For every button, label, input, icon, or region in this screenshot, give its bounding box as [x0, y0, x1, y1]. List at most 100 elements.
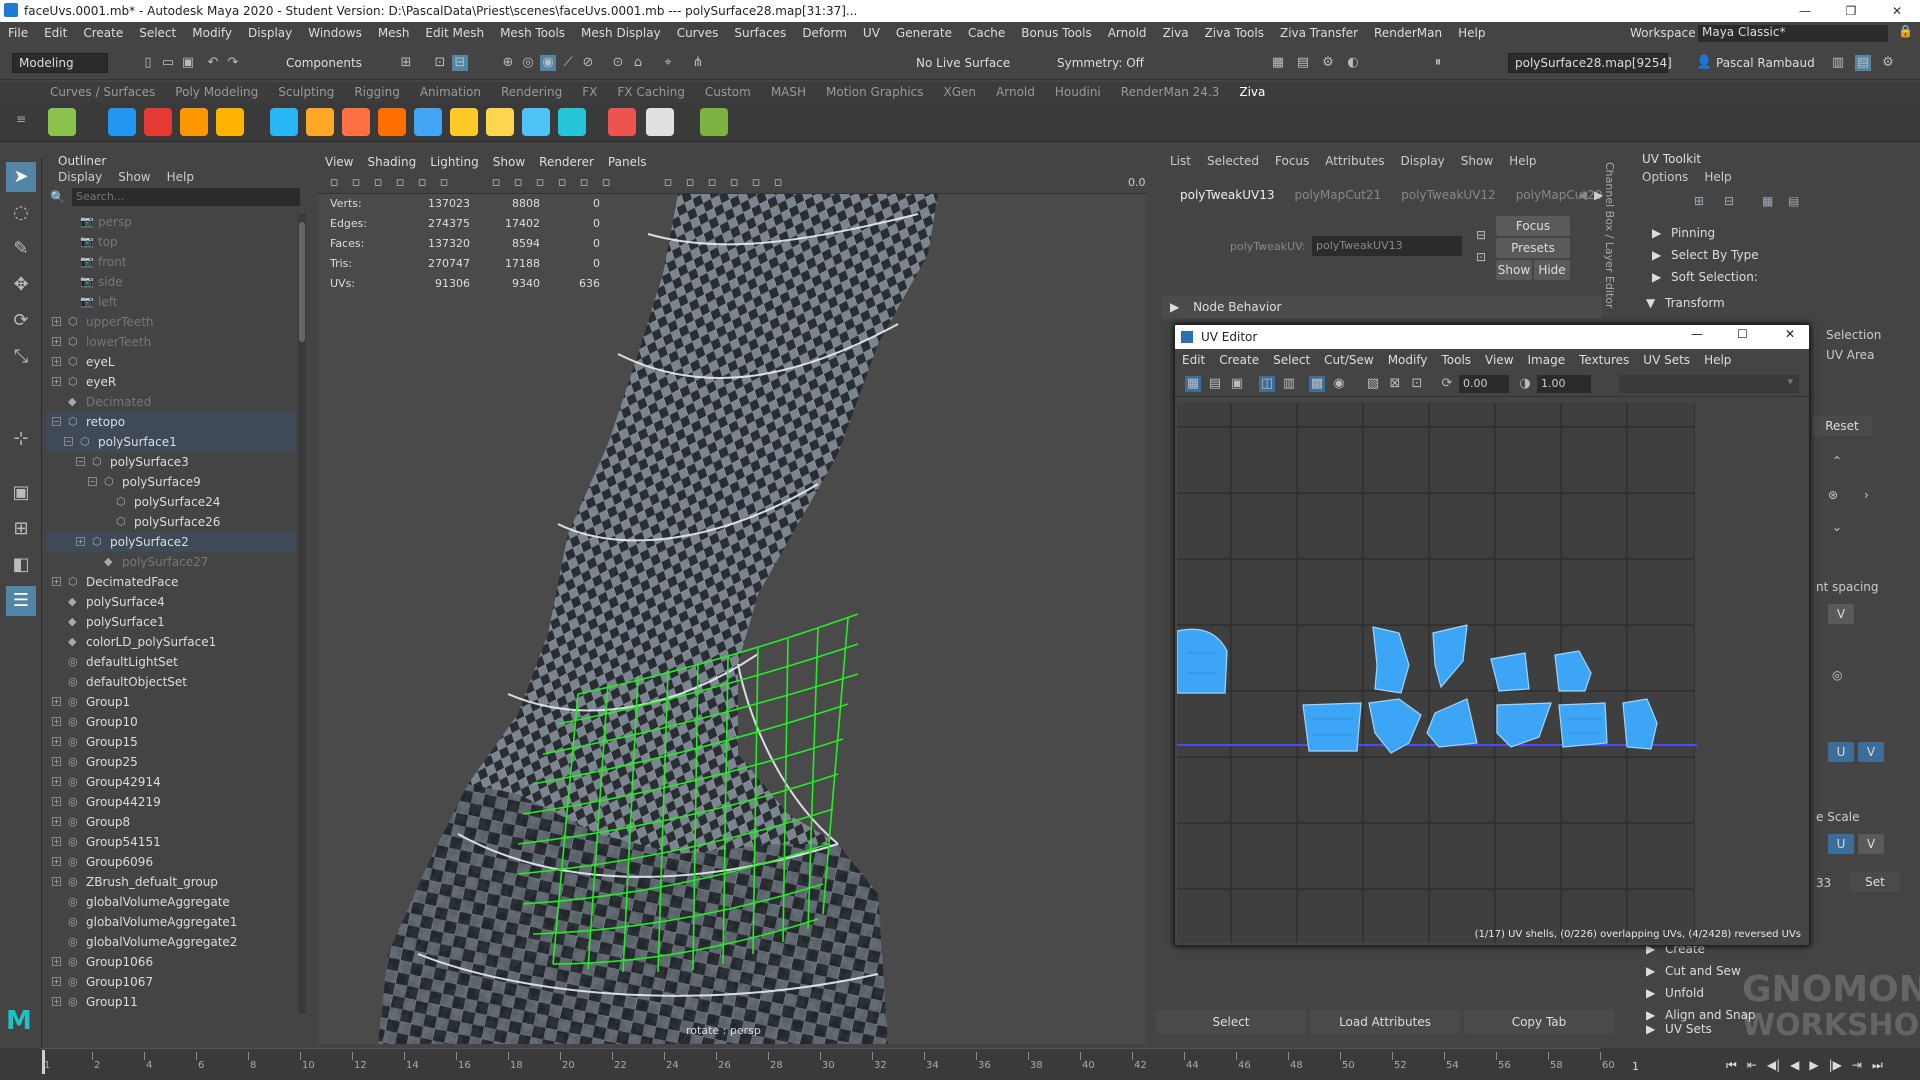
- exposure-value[interactable]: 0.0: [1128, 176, 1146, 189]
- outliner-item[interactable]: ◆ polySurface1: [46, 612, 296, 632]
- smooth-shade-icon[interactable]: ▫: [532, 175, 548, 191]
- outliner-item[interactable]: − ⬡ polySurface3: [46, 452, 296, 472]
- ipr-icon[interactable]: ▤: [1295, 55, 1311, 71]
- outliner-item[interactable]: + ⬡ eyeR: [46, 372, 296, 392]
- uv-sets-section[interactable]: ▶ UV Sets: [1646, 1022, 1712, 1036]
- collapse-icon[interactable]: −: [64, 437, 73, 446]
- expand-icon[interactable]: +: [52, 997, 61, 1006]
- expand-icon[interactable]: +: [52, 697, 61, 706]
- transform-section[interactable]: ▼ Transform: [1646, 296, 1725, 310]
- uv-frame-icon[interactable]: ◫: [1259, 376, 1275, 392]
- resolution-icon[interactable]: ▫: [488, 175, 504, 191]
- outliner-item[interactable]: ◆ Decimated: [46, 392, 296, 412]
- uv-snapshot-icon[interactable]: ⊡: [1409, 376, 1425, 392]
- render-settings-icon[interactable]: ⚙: [1320, 55, 1336, 71]
- ae-menu-selected[interactable]: Selected: [1199, 154, 1267, 168]
- render-icon[interactable]: ▦: [1270, 55, 1286, 71]
- menu-generate[interactable]: Generate: [888, 26, 960, 40]
- shelf-tab-motion-graphics[interactable]: Motion Graphics: [816, 85, 934, 99]
- menu-mesh-display[interactable]: Mesh Display: [573, 26, 669, 40]
- uv-maximize-icon[interactable]: ☐: [1737, 327, 1748, 341]
- grid-icon[interactable]: ▫: [414, 175, 430, 191]
- select-by-object-icon[interactable]: ⊡: [432, 55, 448, 71]
- redo-icon[interactable]: ↷: [225, 55, 241, 71]
- uv-component-icon-1[interactable]: ⊞: [1694, 194, 1704, 208]
- shelf-tool-icon[interactable]: [558, 108, 586, 136]
- expand-icon[interactable]: +: [52, 717, 61, 726]
- step-back-key-icon[interactable]: ⇤: [1747, 1058, 1757, 1073]
- shelf-tab-rendering[interactable]: Rendering: [491, 85, 572, 99]
- snap-view-icon[interactable]: ⟋: [560, 55, 576, 71]
- soft-selection-section[interactable]: ▶ Soft Selection:: [1652, 270, 1758, 284]
- shelf-tool-icon[interactable]: [414, 108, 442, 136]
- uv-component-icon-4[interactable]: ▤: [1788, 194, 1799, 208]
- outliner-item[interactable]: 📷 top: [46, 232, 296, 252]
- shelf-tab-sculpting[interactable]: Sculpting: [268, 85, 344, 99]
- tab-scroll-left-icon[interactable]: ◀: [1578, 188, 1587, 202]
- shelf-tool-icon[interactable]: [486, 108, 514, 136]
- shadows-icon[interactable]: ▫: [598, 175, 614, 191]
- outliner-menu-help[interactable]: Help: [167, 170, 194, 184]
- current-frame-field[interactable]: 1: [1632, 1060, 1692, 1078]
- step-back-icon[interactable]: ◀|: [1767, 1058, 1780, 1073]
- spacing-target-icon[interactable]: ◎: [1832, 668, 1842, 682]
- shelf-tab-mash[interactable]: MASH: [761, 85, 816, 99]
- menu-help[interactable]: Help: [1450, 26, 1493, 40]
- shelf-tab-rigging[interactable]: Rigging: [344, 85, 409, 99]
- collapse-icon[interactable]: −: [88, 477, 97, 486]
- uv-menu-uv-sets[interactable]: UV Sets: [1636, 353, 1697, 367]
- step-forward-key-icon[interactable]: ⇥: [1852, 1058, 1862, 1073]
- shelf-tool-icon[interactable]: [378, 108, 406, 136]
- shelf-tool-icon[interactable]: [450, 108, 478, 136]
- single-perspective-icon[interactable]: ▣: [6, 478, 36, 508]
- viewport-menu-panels[interactable]: Panels: [601, 155, 654, 169]
- menu-deform[interactable]: Deform: [794, 26, 855, 40]
- shelf-tab-animation[interactable]: Animation: [410, 85, 491, 99]
- shelf-tool-icon[interactable]: [306, 108, 334, 136]
- uv-menu-help[interactable]: Help: [1697, 353, 1738, 367]
- uv-checker-icon[interactable]: ▩: [1309, 376, 1325, 392]
- outliner-menu-show[interactable]: Show: [118, 170, 150, 184]
- shelf-tab-arnold[interactable]: Arnold: [986, 85, 1045, 99]
- expand-icon[interactable]: +: [52, 737, 61, 746]
- magnet-icon[interactable]: ⌂: [630, 55, 646, 71]
- uv-menu-select[interactable]: Select: [1266, 353, 1317, 367]
- uv-rotate-icon[interactable]: ⟳: [1439, 376, 1455, 392]
- viewport-menu-renderer[interactable]: Renderer: [532, 155, 601, 169]
- expand-icon[interactable]: +: [52, 957, 61, 966]
- hud-icon[interactable]: ▫: [748, 175, 764, 191]
- menu-file[interactable]: File: [0, 26, 36, 40]
- outliner-item[interactable]: + ◎ ZBrush_defualt_group: [46, 872, 296, 892]
- uv-menu-image[interactable]: Image: [1521, 353, 1573, 367]
- viewport-menu-shading[interactable]: Shading: [360, 155, 423, 169]
- select-by-component-icon[interactable]: ⊟: [452, 55, 468, 71]
- node-behavior-section[interactable]: ▶ Node Behavior: [1162, 296, 1602, 318]
- outliner-search-input[interactable]: Search...: [72, 188, 300, 206]
- outliner-item[interactable]: ◎ globalVolumeAggregate: [46, 892, 296, 912]
- outliner-item[interactable]: 📷 persp: [46, 212, 296, 232]
- paint-select-icon[interactable]: ✎: [6, 234, 36, 264]
- outliner-item[interactable]: 📷 left: [46, 292, 296, 312]
- scale-v-button[interactable]: V: [1858, 834, 1884, 854]
- uv-image-icon[interactable]: ▣: [1229, 376, 1245, 392]
- shelf-tab-xgen[interactable]: XGen: [934, 85, 987, 99]
- uv-pixel-snap-icon[interactable]: ▥: [1281, 376, 1297, 392]
- shelf-tab-poly-modeling[interactable]: Poly Modeling: [165, 85, 268, 99]
- shelf-tool-icon[interactable]: [216, 108, 244, 136]
- snap-surface-icon[interactable]: ⊘: [580, 55, 596, 71]
- uv-rotate-field[interactable]: 0.00: [1459, 375, 1509, 393]
- uv-menu-modify[interactable]: Modify: [1381, 353, 1435, 367]
- shelf-tool-icon[interactable]: [144, 108, 172, 136]
- uv-menu-textures[interactable]: Textures: [1572, 353, 1636, 367]
- current-frame-marker[interactable]: [42, 1050, 45, 1074]
- ae-tab-polytweakuv12[interactable]: polyTweakUV12: [1391, 188, 1506, 202]
- expand-icon[interactable]: +: [52, 317, 61, 326]
- ae-menu-show[interactable]: Show: [1453, 154, 1501, 168]
- lock-icon[interactable]: 🔒: [1898, 24, 1913, 38]
- outliner-item[interactable]: ◆ polySurface4: [46, 592, 296, 612]
- expand-icon[interactable]: +: [76, 537, 85, 546]
- pinning-section[interactable]: ▶ Pinning: [1652, 226, 1715, 240]
- uvtk-menu-help[interactable]: Help: [1704, 170, 1731, 184]
- shelf-tool-icon[interactable]: [180, 108, 208, 136]
- new-scene-icon[interactable]: ▯: [140, 55, 156, 71]
